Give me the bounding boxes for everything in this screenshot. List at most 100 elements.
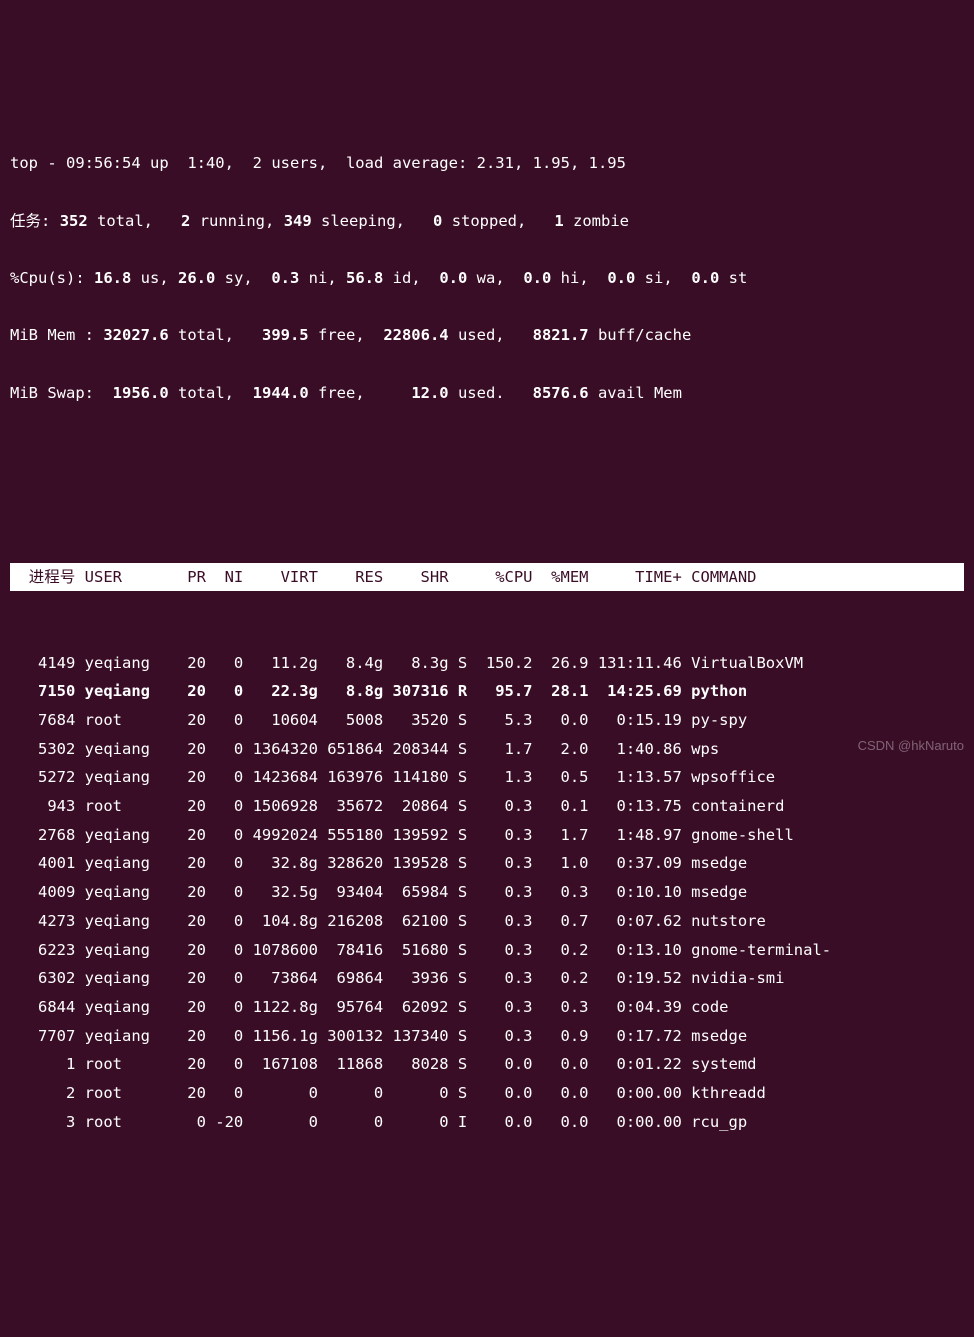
col-user[interactable]: USER xyxy=(85,563,169,592)
cell-user: yeqiang xyxy=(85,649,169,678)
cell-mem: 0.3 xyxy=(533,878,589,907)
cell-user: root xyxy=(85,1050,169,1079)
cell-command: nvidia-smi xyxy=(691,964,840,993)
col-command[interactable]: COMMAND xyxy=(691,563,840,592)
cell-pid: 7707 xyxy=(10,1022,75,1051)
col-virt[interactable]: VIRT xyxy=(243,563,318,592)
top-uptime-line: top - 09:56:54 up 1:40, 2 users, load av… xyxy=(10,149,964,178)
table-row[interactable]: 5302 yeqiang2001364320651864208344 S1.72… xyxy=(10,735,964,764)
cell-command: nutstore xyxy=(691,907,840,936)
cell-pid: 2 xyxy=(10,1079,75,1108)
cell-ni: 0 xyxy=(206,821,243,850)
cell-res: 5008 xyxy=(318,706,383,735)
cell-res: 163976 xyxy=(318,763,383,792)
cell-time: 0:00.00 xyxy=(589,1079,682,1108)
cell-mem: 0.2 xyxy=(533,964,589,993)
col-pr[interactable]: PR xyxy=(169,563,206,592)
table-row[interactable]: 943 root20015069283567220864 S0.30.10:13… xyxy=(10,792,964,821)
cell-res: 8.8g xyxy=(318,677,383,706)
col-ni[interactable]: NI xyxy=(206,563,243,592)
cell-pid: 4001 xyxy=(10,849,75,878)
cell-ni: 0 xyxy=(206,1079,243,1108)
cell-mem: 1.7 xyxy=(533,821,589,850)
cell-user: yeqiang xyxy=(85,878,169,907)
col-pid[interactable]: 进程号 xyxy=(10,563,75,592)
table-row[interactable]: 7707 yeqiang2001156.1g300132137340 S0.30… xyxy=(10,1022,964,1051)
cell-state: S xyxy=(458,964,477,993)
cell-pid: 5272 xyxy=(10,763,75,792)
table-row[interactable]: 7684 root2001060450083520 S5.30.00:15.19… xyxy=(10,706,964,735)
table-row[interactable]: 6302 yeqiang20073864698643936 S0.30.20:1… xyxy=(10,964,964,993)
table-row[interactable]: 6223 yeqiang20010786007841651680 S0.30.2… xyxy=(10,936,964,965)
cell-pr: 20 xyxy=(169,763,206,792)
cell-ni: 0 xyxy=(206,964,243,993)
top-cpu-line: %Cpu(s): 16.8 us, 26.0 sy, 0.3 ni, 56.8 … xyxy=(10,264,964,293)
cell-time: 0:07.62 xyxy=(589,907,682,936)
cell-mem: 0.0 xyxy=(533,1108,589,1137)
cell-ni: 0 xyxy=(206,792,243,821)
cell-cpu: 1.7 xyxy=(477,735,533,764)
table-row[interactable]: 6844 yeqiang2001122.8g9576462092 S0.30.3… xyxy=(10,993,964,1022)
table-row[interactable]: 4009 yeqiang20032.5g9340465984 S0.30.30:… xyxy=(10,878,964,907)
cell-state: S xyxy=(458,878,477,907)
process-table-body: 4149 yeqiang20011.2g8.4g8.3g S150.226.91… xyxy=(10,649,964,1136)
table-row[interactable]: 7150 yeqiang20022.3g8.8g307316 R95.728.1… xyxy=(10,677,964,706)
table-row[interactable]: 5272 yeqiang2001423684163976114180 S1.30… xyxy=(10,763,964,792)
cell-res: 78416 xyxy=(318,936,383,965)
table-row[interactable]: 3 root0-20000 I0.00.00:00.00 rcu_gp xyxy=(10,1108,964,1137)
table-row[interactable]: 4273 yeqiang200104.8g21620862100 S0.30.7… xyxy=(10,907,964,936)
cell-ni: 0 xyxy=(206,735,243,764)
table-row[interactable]: 2 root200000 S0.00.00:00.00 kthreadd xyxy=(10,1079,964,1108)
cell-mem: 2.0 xyxy=(533,735,589,764)
cell-virt: 1122.8g xyxy=(243,993,318,1022)
cell-virt: 4992024 xyxy=(243,821,318,850)
cell-res: 651864 xyxy=(318,735,383,764)
cell-shr: 62092 xyxy=(383,993,448,1022)
table-row[interactable]: 2768 yeqiang2004992024555180139592 S0.31… xyxy=(10,821,964,850)
top-mem-line: MiB Mem : 32027.6 total, 399.5 free, 228… xyxy=(10,321,964,350)
cell-ni: 0 xyxy=(206,849,243,878)
cell-user: root xyxy=(85,1108,169,1137)
col-cpu[interactable]: %CPU xyxy=(477,563,533,592)
cell-command: containerd xyxy=(691,792,840,821)
cell-virt: 32.8g xyxy=(243,849,318,878)
cell-res: 95764 xyxy=(318,993,383,1022)
col-mem[interactable]: %MEM xyxy=(533,563,589,592)
cell-user: root xyxy=(85,792,169,821)
cell-pid: 2768 xyxy=(10,821,75,850)
cell-user: yeqiang xyxy=(85,1022,169,1051)
cell-shr: 65984 xyxy=(383,878,448,907)
cell-pr: 20 xyxy=(169,936,206,965)
cell-shr: 114180 xyxy=(383,763,448,792)
cell-shr: 3936 xyxy=(383,964,448,993)
cell-res: 555180 xyxy=(318,821,383,850)
cell-shr: 307316 xyxy=(383,677,448,706)
col-shr[interactable]: SHR xyxy=(383,563,448,592)
cell-time: 0:37.09 xyxy=(589,849,682,878)
cell-pr: 20 xyxy=(169,1022,206,1051)
cell-pid: 6223 xyxy=(10,936,75,965)
cell-state: S xyxy=(458,706,477,735)
cell-ni: 0 xyxy=(206,936,243,965)
table-row[interactable]: 4001 yeqiang20032.8g328620139528 S0.31.0… xyxy=(10,849,964,878)
cell-mem: 28.1 xyxy=(533,677,589,706)
process-table-header[interactable]: 进程号 USERPRNIVIRTRESSHR %CPU%MEMTIME+ COM… xyxy=(10,563,964,592)
cell-state: S xyxy=(458,821,477,850)
table-row[interactable]: 1 root200167108118688028 S0.00.00:01.22 … xyxy=(10,1050,964,1079)
col-time[interactable]: TIME+ xyxy=(589,563,682,592)
cell-user: yeqiang xyxy=(85,763,169,792)
cell-pr: 20 xyxy=(169,1079,206,1108)
cell-mem: 0.2 xyxy=(533,936,589,965)
cell-pid: 4149 xyxy=(10,649,75,678)
cell-cpu: 95.7 xyxy=(477,677,533,706)
cell-virt: 73864 xyxy=(243,964,318,993)
col-res[interactable]: RES xyxy=(318,563,383,592)
cell-mem: 0.0 xyxy=(533,1079,589,1108)
cell-command: wpsoffice xyxy=(691,763,840,792)
cell-state: R xyxy=(458,677,477,706)
table-row[interactable]: 4149 yeqiang20011.2g8.4g8.3g S150.226.91… xyxy=(10,649,964,678)
cell-state: S xyxy=(458,993,477,1022)
cell-time: 14:25.69 xyxy=(589,677,682,706)
cell-shr: 62100 xyxy=(383,907,448,936)
cell-time: 0:10.10 xyxy=(589,878,682,907)
